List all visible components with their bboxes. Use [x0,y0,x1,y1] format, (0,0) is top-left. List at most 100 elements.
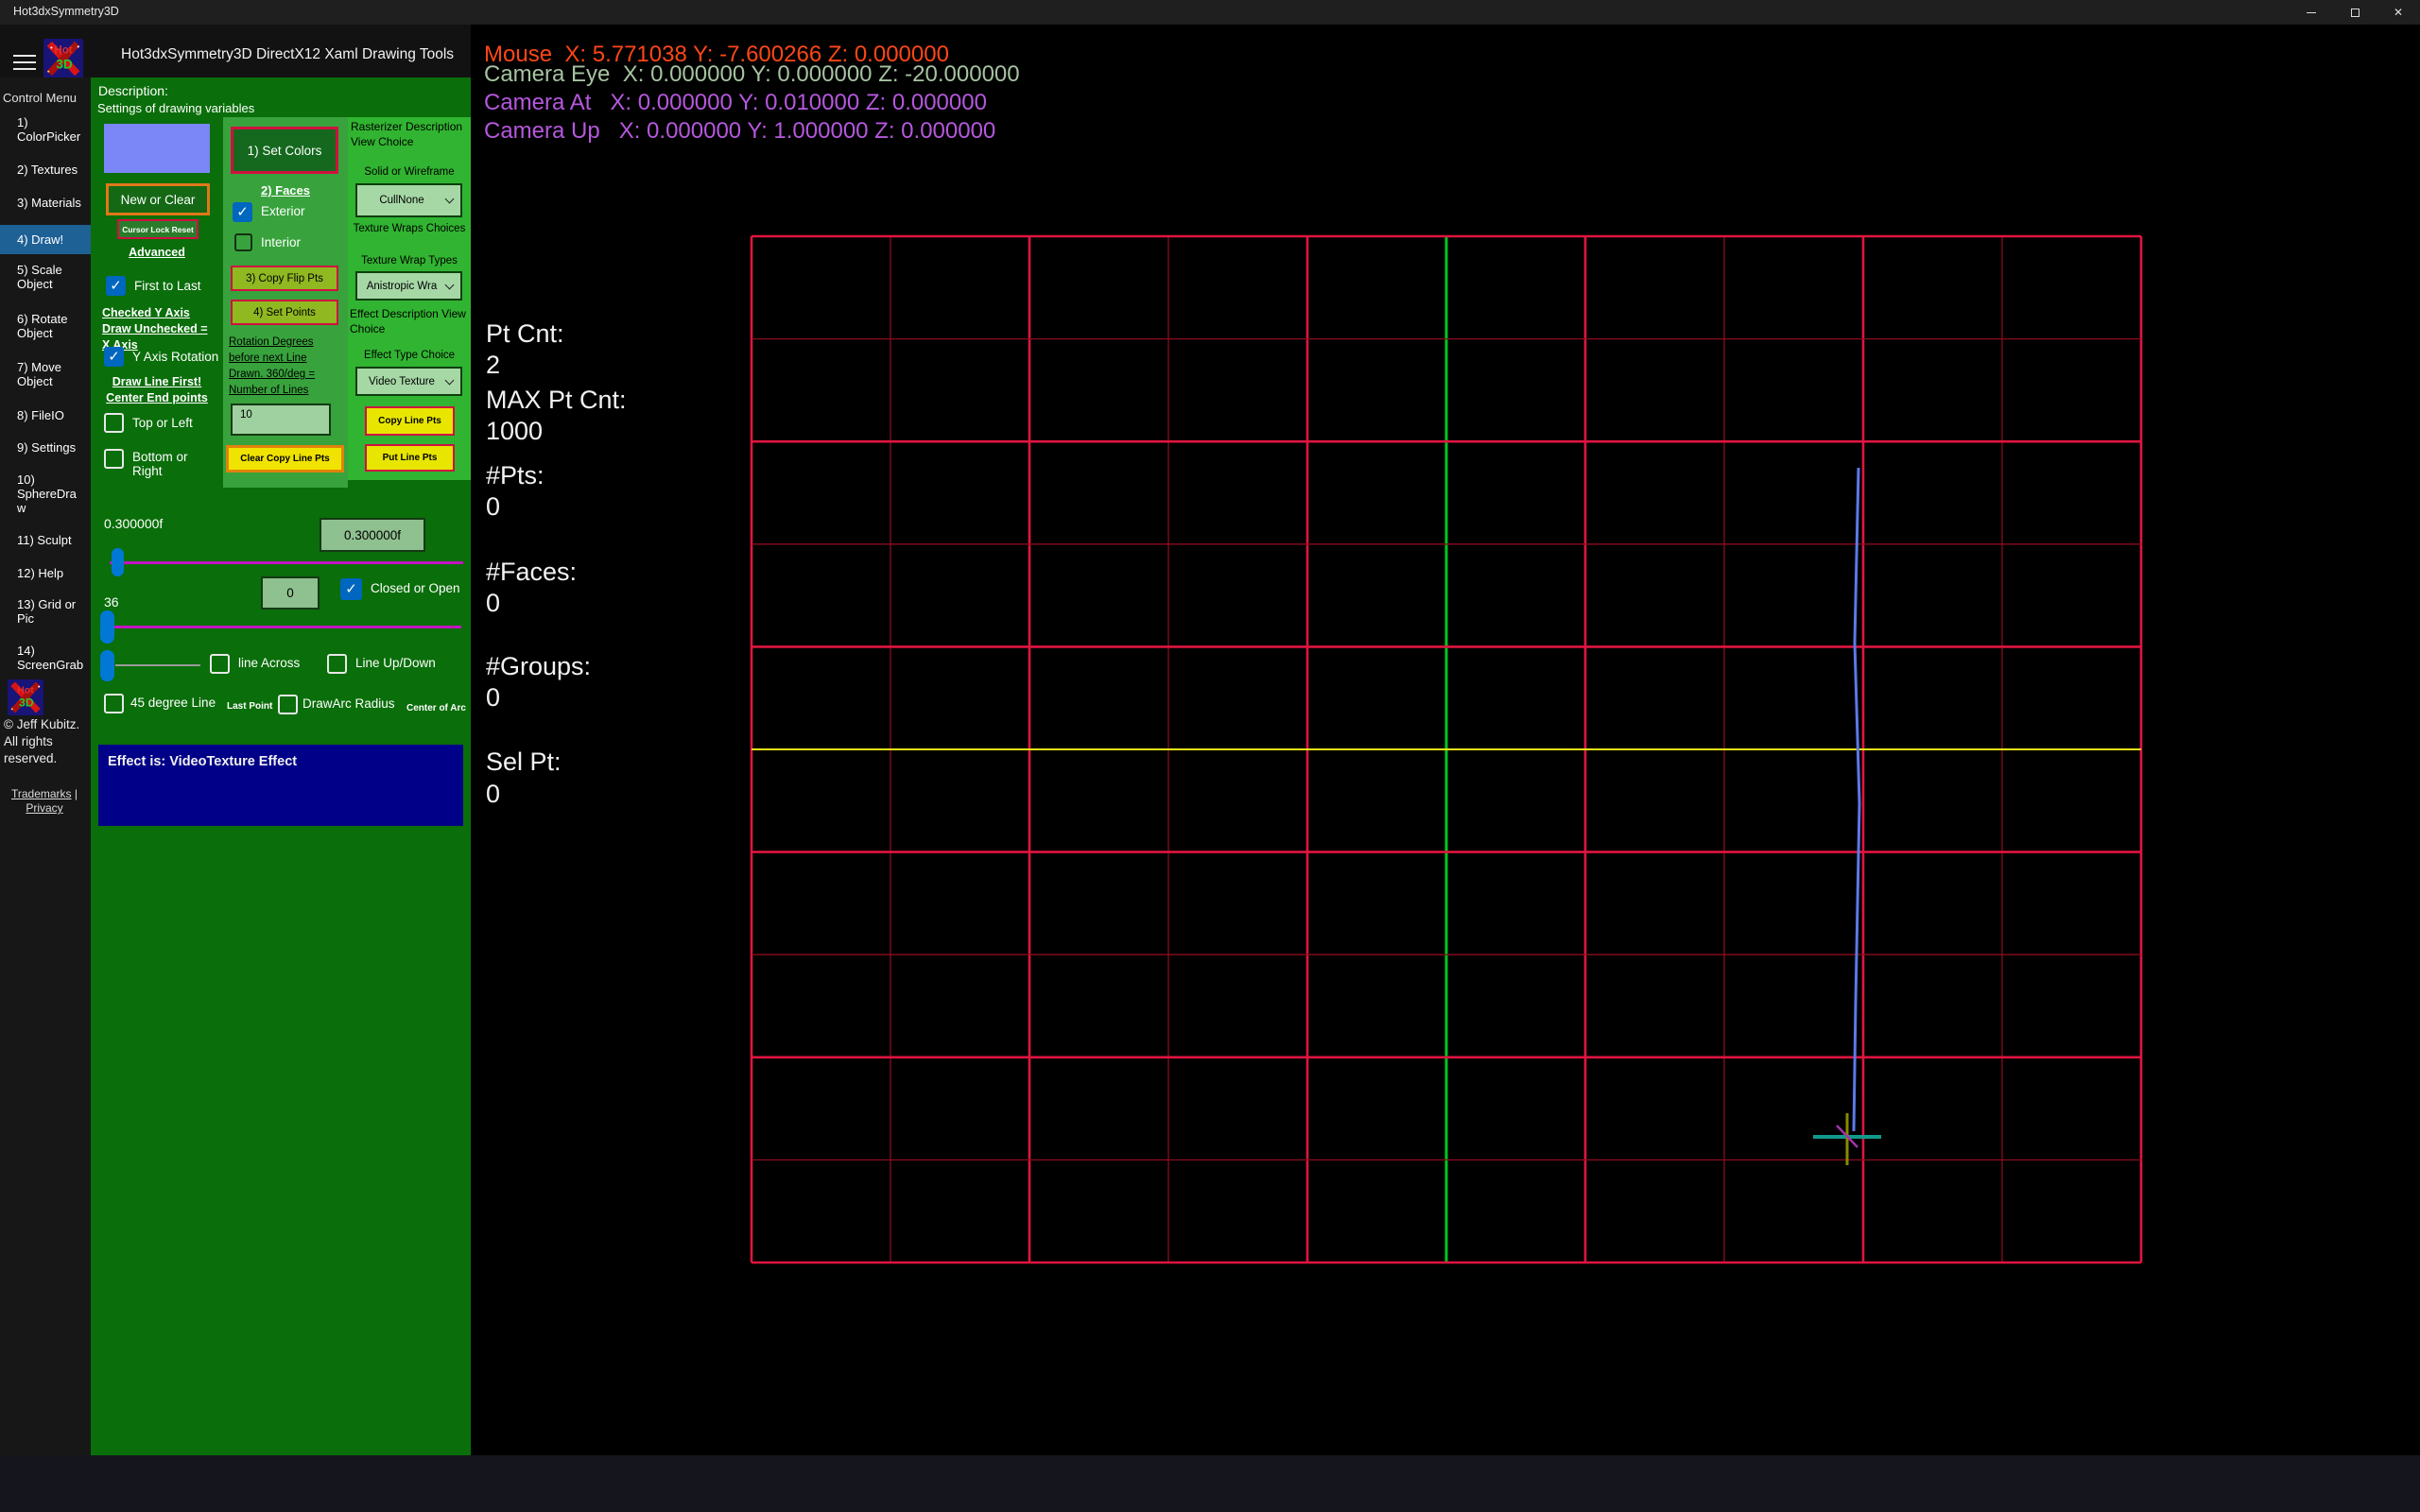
sidebar-item-colorpicker[interactable]: 1) ColorPicker [17,115,87,144]
rows-slider-track[interactable] [104,626,461,628]
window-title: Hot3dxSymmetry3D [13,5,119,18]
line-slider-thumb[interactable] [100,650,114,681]
hamburger-menu-button[interactable] [13,55,36,70]
sidebar-item-grid-or-pic[interactable]: 13) Grid or Pic [17,597,79,626]
float-slider-thumb[interactable] [112,548,124,576]
groups-value: 0 [486,683,500,713]
copy-flip-pts-button[interactable]: 3) Copy Flip Pts [231,266,338,291]
set-colors-button[interactable]: 1) Set Colors [231,127,338,174]
sidebar-item-sculpt[interactable]: 11) Sculpt [17,533,87,547]
sidebar-item-spheredraw[interactable]: 10) SphereDraw [17,472,79,515]
y-axis-rotation-checkbox[interactable]: ✓ [104,347,124,367]
drawarc-radius-label: DrawArc Radius [302,696,395,711]
taskbar: Search ✦ ✦ O L 3D 11:42 AM 9/23/2025 [0,1455,2420,1512]
max-pt-cnt-value: 1000 [486,417,543,446]
sidebar-item-draw-selected[interactable]: 4) Draw! [0,225,91,254]
new-or-clear-button[interactable]: New or Clear [106,183,210,215]
float-slider-track[interactable] [110,561,463,564]
sidebar-item-rotate-object[interactable]: 6) Rotate Object [17,312,87,340]
app-window: Hot3dxSymmetry3D ✕ Hot3D Hot3dxSymmetry3… [0,0,2420,1512]
exterior-checkbox[interactable]: ✓ [233,202,252,222]
svg-text:Hot: Hot [17,685,34,696]
sidebar-item-materials[interactable]: 3) Materials [17,196,87,210]
advanced-link[interactable]: Advanced [104,246,210,259]
sidebar-item-draw-label: 4) Draw! [17,232,87,247]
cursor-lock-reset-button[interactable]: Cursor Lock Reset [117,219,199,239]
privacy-link[interactable]: Privacy [26,801,62,815]
sidebar-logo-icon: Hot3D [8,679,43,715]
cull-mode-dropdown[interactable]: CullNone [355,183,462,217]
rotation-degrees-note: Rotation Degrees before next Line Drawn.… [229,335,344,399]
effect-type-dropdown[interactable]: Video Texture [355,367,462,396]
draw-line-first-text: Draw Line First! [112,375,201,388]
last-point-note: Last Point [227,701,272,712]
rasterizer-title: Rasterizer Description View Choice [351,119,468,149]
minimize-button[interactable] [2290,0,2333,25]
faces-link[interactable]: 2) Faces [223,183,348,198]
bottom-or-right-checkbox[interactable]: ✓ [104,449,124,469]
top-or-left-checkbox[interactable]: ✓ [104,413,124,433]
clear-copy-line-pts-button[interactable]: Clear Copy Line Pts [226,445,344,472]
sidebar-item-move-object[interactable]: 7) Move Object [17,360,87,388]
sidebar-item-scale-object[interactable]: 5) Scale Object [17,263,87,291]
groups-label: #Groups: [486,652,591,681]
camera-at-readout: Camera At X: 0.000000 Y: 0.010000 Z: 0.0… [484,90,987,116]
line-up-down-checkbox[interactable]: ✓ [327,654,347,674]
effect-description-title: Effect Description View Choice [350,306,469,336]
draw-line-first-link[interactable]: Draw Line First! Center End points [104,374,210,406]
sidebar-item-settings[interactable]: 9) Settings [17,440,87,455]
put-line-pts-button[interactable]: Put Line Pts [365,444,455,472]
interior-checkbox[interactable]: ✓ [234,233,252,251]
solid-or-wireframe-label: Solid or Wireframe [348,166,471,178]
float-value-input[interactable]: 0.300000f [320,518,425,552]
copy-line-pts-button[interactable]: Copy Line Pts [365,406,455,436]
color-swatch[interactable] [104,124,210,173]
top-or-left-label: Top or Left [132,416,193,430]
degrees-input[interactable]: 10 [231,404,331,436]
sidebar: Control Menu 1) ColorPicker 2) Textures … [0,77,91,1455]
drawarc-radius-checkbox[interactable]: ✓ [278,695,298,714]
check-icon: ✓ [342,580,360,598]
sidebar-item-help[interactable]: 12) Help [17,566,87,580]
rows-slider-thumb[interactable] [100,610,114,644]
set-points-button[interactable]: 4) Set Points [231,300,338,325]
center-end-points-text: Center End points [106,391,208,404]
texture-wrap-dropdown[interactable]: Anistropic Wra [355,271,462,301]
line-slider-track[interactable] [115,664,200,666]
closed-or-open-label: Closed or Open [371,581,460,595]
drawing-settings-panel: Description: Settings of drawing variabl… [91,77,471,1455]
sidebar-item-screengrab[interactable]: 14) ScreenGrab [17,644,87,672]
faces-points-subpanel: 1) Set Colors 2) Faces ✓ Exterior ✓ Inte… [223,117,348,488]
window-controls: ✕ [2290,0,2420,25]
close-button[interactable]: ✕ [2377,0,2420,25]
close-icon: ✕ [2394,6,2403,19]
sidebar-item-textures[interactable]: 2) Textures [17,163,87,177]
closed-or-open-checkbox[interactable]: ✓ [340,578,362,600]
app-header: Hot3D Hot3dxSymmetry3D DirectX12 Xaml Dr… [0,25,471,77]
pts-label: #Pts: [486,461,544,490]
deg45-line-label: 45 degree Line [130,696,216,710]
faces-label: #Faces: [486,558,577,587]
line-across-checkbox[interactable]: ✓ [210,654,230,674]
pt-cnt-value: 2 [486,351,500,380]
check-icon: ✓ [234,204,251,220]
trademarks-link[interactable]: Trademarks [11,787,72,800]
cull-mode-value: CullNone [357,195,446,206]
drawing-grid-viewport[interactable] [752,236,2141,1263]
app-title: Hot3dxSymmetry3D DirectX12 Xaml Drawing … [121,46,454,63]
description-text: Settings of drawing variables [97,101,254,115]
first-to-last-checkbox[interactable]: ✓ [106,276,126,296]
svg-text:3D: 3D [56,58,73,72]
maximize-button[interactable] [2333,0,2377,25]
exterior-label: Exterior [261,204,305,218]
faces-value: 0 [486,589,500,618]
pts-value: 0 [486,492,500,522]
deg45-line-checkbox[interactable]: ✓ [104,694,124,713]
check-icon: ✓ [106,349,122,365]
effect-banner-text: Effect is: VideoTexture Effect [108,754,297,769]
float-value-label: 0.300000f [104,516,163,531]
texture-wrap-value: Anistropic Wra [357,281,446,292]
count-input[interactable]: 0 [261,576,320,610]
sidebar-item-fileio[interactable]: 8) FileIO [17,408,87,422]
center-of-arc-note: Center of Arc [406,703,466,713]
